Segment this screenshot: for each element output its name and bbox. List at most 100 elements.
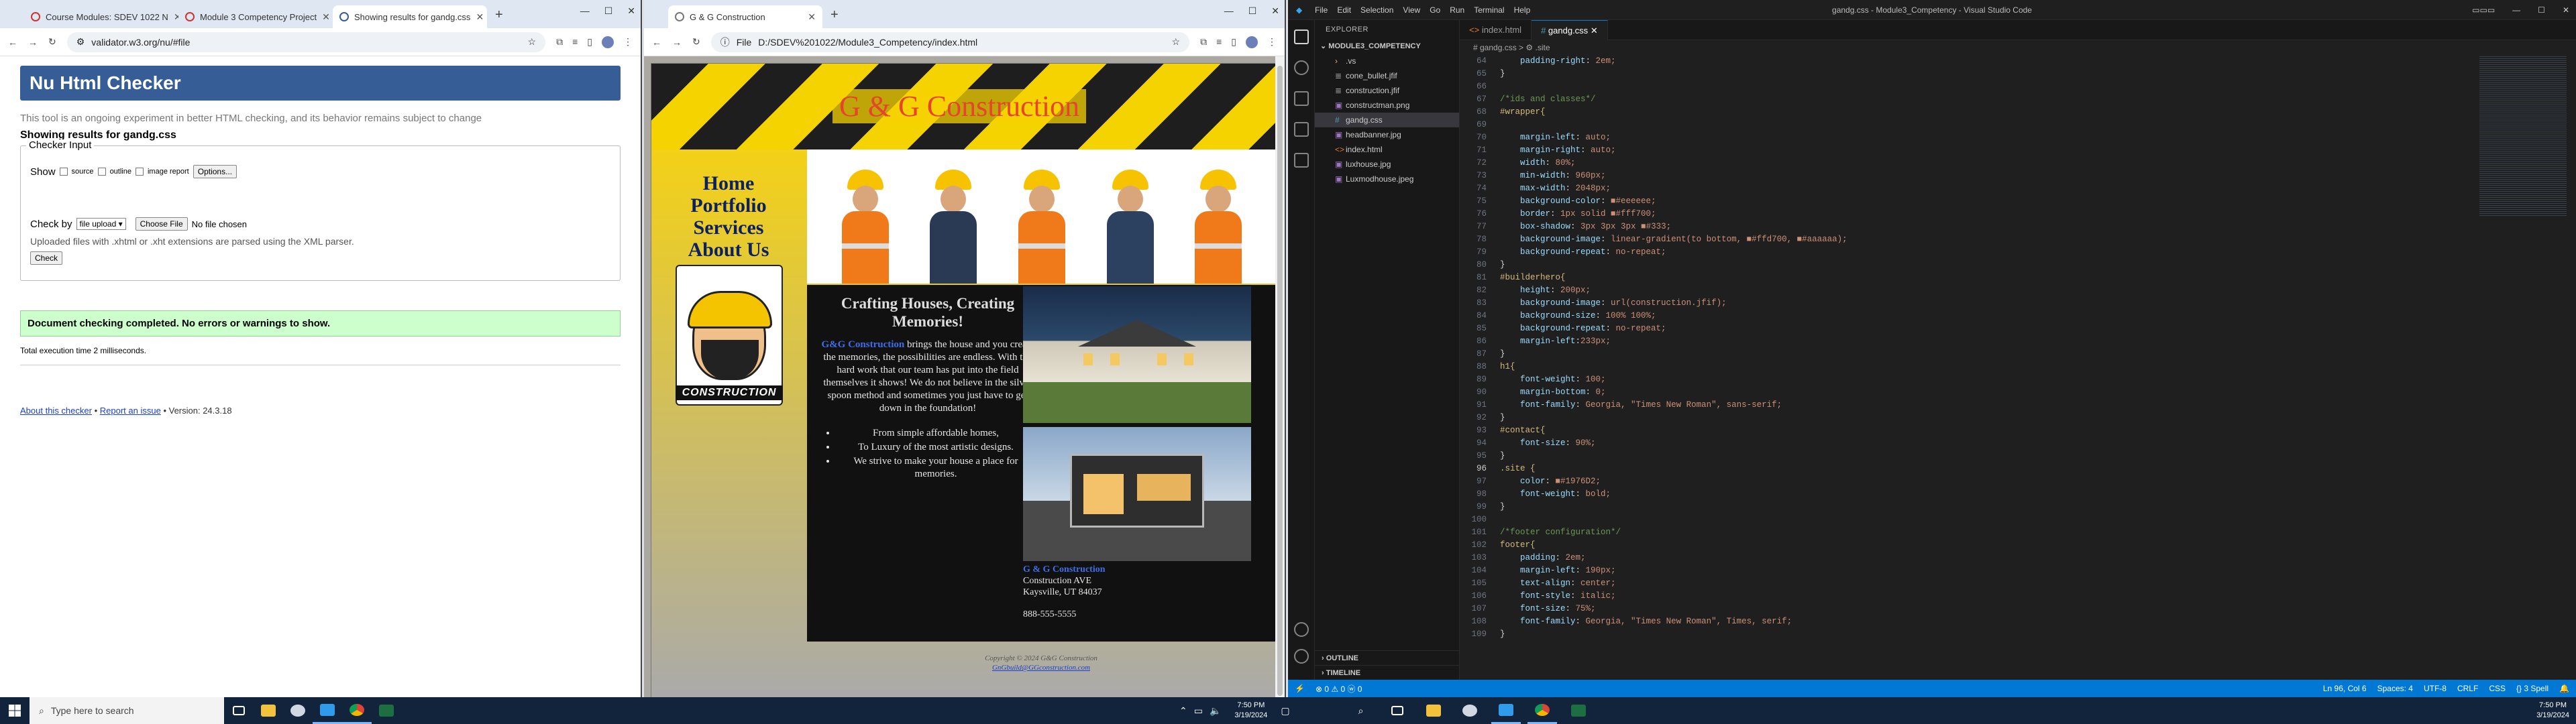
code-line[interactable]: 80} xyxy=(1460,259,2469,272)
code-line[interactable]: 93 #contact{ xyxy=(1460,424,2469,437)
file-item[interactable]: ≣ cone_bullet.jfif xyxy=(1315,68,1459,83)
tray-chevron-icon[interactable]: ⌃ xyxy=(1179,705,1187,717)
sidepanel-icon[interactable]: ▯ xyxy=(587,36,592,48)
file-explorer-icon[interactable] xyxy=(254,697,283,724)
code-line[interactable]: 70 margin-left: auto; xyxy=(1460,131,2469,144)
code-line[interactable]: 73 min-width: 960px; xyxy=(1460,170,2469,182)
bookmark-star-icon[interactable]: ☆ xyxy=(528,36,537,48)
code-line[interactable]: 87} xyxy=(1460,348,2469,361)
maximize-icon[interactable]: ☐ xyxy=(2538,5,2545,15)
spell-check[interactable]: {} 3 Spell xyxy=(2516,684,2548,693)
file-item[interactable]: <> index.html xyxy=(1315,142,1459,157)
clock-right[interactable]: 7:50 PM 3/19/2024 xyxy=(2530,701,2576,721)
code-editor[interactable]: 64 padding-right: 2em; 65} 66 67/*ids and c… xyxy=(1460,55,2469,641)
forward-icon[interactable]: → xyxy=(672,37,682,48)
snipping-tool-icon[interactable] xyxy=(283,697,313,724)
account-icon[interactable] xyxy=(1294,622,1309,637)
encoding[interactable]: UTF-8 xyxy=(2424,684,2447,693)
file-item[interactable]: ≣ construction.jfif xyxy=(1315,83,1459,98)
back-icon[interactable]: ← xyxy=(8,37,17,48)
back-icon[interactable]: ← xyxy=(652,37,661,48)
excel-taskbar-icon[interactable] xyxy=(1564,697,1593,724)
problems-indicator[interactable]: ⊗ 0 ⚠ 0 ⓦ 0 xyxy=(1316,683,1362,695)
code-line[interactable]: 76 border: 1px solid ■#fff700; xyxy=(1460,208,2469,221)
profile-avatar[interactable] xyxy=(1246,36,1258,48)
menu-go[interactable]: Go xyxy=(1430,5,1440,15)
file-explorer-icon[interactable] xyxy=(1419,697,1448,724)
code-line[interactable]: 90 margin-bottom: 0; xyxy=(1460,386,2469,399)
code-line[interactable]: 103 padding: 2em; xyxy=(1460,552,2469,564)
profile-avatar[interactable] xyxy=(602,36,614,48)
code-line[interactable]: 69 xyxy=(1460,119,2469,131)
remote-indicator[interactable]: ⚡ xyxy=(1295,684,1305,693)
code-line[interactable]: 79 background-repeat: no-repeat; xyxy=(1460,246,2469,259)
new-tab-button[interactable]: + xyxy=(487,7,511,28)
code-line[interactable]: 99} xyxy=(1460,501,2469,514)
chrome-taskbar-icon[interactable] xyxy=(1527,697,1557,724)
file-item-active[interactable]: # gandg.css xyxy=(1315,113,1459,127)
maximize-icon[interactable]: ☐ xyxy=(1248,5,1257,17)
code-line[interactable]: 105 text-align: center; xyxy=(1460,577,2469,590)
minimize-icon[interactable]: — xyxy=(1224,5,1234,17)
new-tab-button[interactable]: + xyxy=(822,7,847,28)
indentation[interactable]: Spaces: 4 xyxy=(2377,684,2413,693)
extensions-icon[interactable]: ⧉ xyxy=(556,36,563,48)
source-checkbox[interactable] xyxy=(59,168,68,176)
layout-icon[interactable]: ▭▭▭ xyxy=(2472,5,2495,15)
nav-home-link[interactable]: Home xyxy=(651,172,806,194)
code-line[interactable]: 71 margin-right: auto; xyxy=(1460,144,2469,157)
notifications-icon[interactable]: 🔔 xyxy=(2559,684,2569,693)
snipping-tool-icon[interactable] xyxy=(1455,697,1485,724)
code-line[interactable]: 72 width: 80%; xyxy=(1460,157,2469,170)
forward-icon[interactable]: → xyxy=(28,37,38,48)
run-debug-icon[interactable] xyxy=(1294,122,1309,137)
scrollbar-thumb[interactable] xyxy=(1277,66,1283,696)
code-line[interactable]: 108 font-family: Georgia, "Times New Rom… xyxy=(1460,615,2469,628)
menu-terminal[interactable]: Terminal xyxy=(1474,5,1504,15)
close-window-icon[interactable]: ✕ xyxy=(1271,5,1279,17)
file-item[interactable]: › .vs xyxy=(1315,54,1459,68)
close-tab-icon[interactable]: ✕ xyxy=(1591,25,1598,36)
close-tab-icon[interactable]: ✕ xyxy=(808,11,816,23)
menu-kebab-icon[interactable]: ⋮ xyxy=(623,36,633,48)
breadcrumb[interactable]: # gandg.css > ⚙ .site xyxy=(1460,40,2576,55)
source-control-icon[interactable] xyxy=(1294,91,1309,106)
media-icon[interactable]: ≡ xyxy=(572,36,578,48)
reload-icon[interactable]: ↻ xyxy=(48,36,56,48)
bookmark-star-icon[interactable]: ☆ xyxy=(1172,36,1181,48)
code-line[interactable]: 86 margin-left:233px; xyxy=(1460,335,2469,348)
check-button[interactable]: Check xyxy=(30,251,63,265)
explorer-icon[interactable] xyxy=(1294,29,1309,44)
search-icon[interactable]: ⌕ xyxy=(1346,697,1376,724)
tab-gg-construction[interactable]: G & G Construction ✕ xyxy=(668,5,822,28)
code-line[interactable]: 66 xyxy=(1460,80,2469,93)
code-line[interactable]: 74 max-width: 2048px; xyxy=(1460,182,2469,195)
url-field[interactable]: ⓘ File D:/SDEV%201022/Module3_Competency/i… xyxy=(710,32,1190,52)
menu-kebab-icon[interactable]: ⋮ xyxy=(1267,36,1277,48)
task-view-icon[interactable] xyxy=(224,697,254,724)
code-line[interactable]: 68 #wrapper{ xyxy=(1460,106,2469,119)
code-line[interactable]: 65} xyxy=(1460,68,2469,80)
code-line[interactable]: 98 font-weight: bold; xyxy=(1460,488,2469,501)
code-line[interactable]: 100 xyxy=(1460,514,2469,526)
code-line[interactable]: 77 box-shadow: 3px 3px 3px ■#333; xyxy=(1460,221,2469,233)
sidepanel-icon[interactable]: ▯ xyxy=(1231,36,1236,48)
code-line[interactable]: 91 font-family: Georgia, "Times New Roma… xyxy=(1460,399,2469,412)
chrome-taskbar-icon[interactable] xyxy=(342,697,372,724)
code-line[interactable]: 97 color: ■#1976D2; xyxy=(1460,475,2469,488)
about-checker-link[interactable]: About this checker xyxy=(20,406,92,416)
footer-email-link[interactable]: GnGbuild@GGconstruction.com xyxy=(807,663,1275,672)
timeline-section[interactable]: › TIMELINE xyxy=(1315,665,1459,680)
code-line[interactable]: 84 background-size: 100% 100%; xyxy=(1460,310,2469,322)
close-window-icon[interactable]: ✕ xyxy=(2563,5,2569,15)
code-line[interactable]: 96 .site { xyxy=(1460,463,2469,475)
file-item[interactable]: ▣ headbanner.jpg xyxy=(1315,127,1459,142)
code-line[interactable]: 109} xyxy=(1460,628,2469,641)
vscode-taskbar-icon[interactable] xyxy=(1491,697,1521,724)
tab-validator-results[interactable]: Showing results for gandg.css ✕ xyxy=(333,5,487,28)
tab-course-modules[interactable]: Course Modules: SDEV 1022 N✕ xyxy=(24,5,178,28)
page-scrollbar[interactable] xyxy=(1275,56,1285,697)
tab-module3-project[interactable]: Module 3 Competency Project ✕ xyxy=(178,5,333,28)
options-button[interactable]: Options... xyxy=(193,165,237,178)
search-icon[interactable] xyxy=(1294,60,1309,75)
